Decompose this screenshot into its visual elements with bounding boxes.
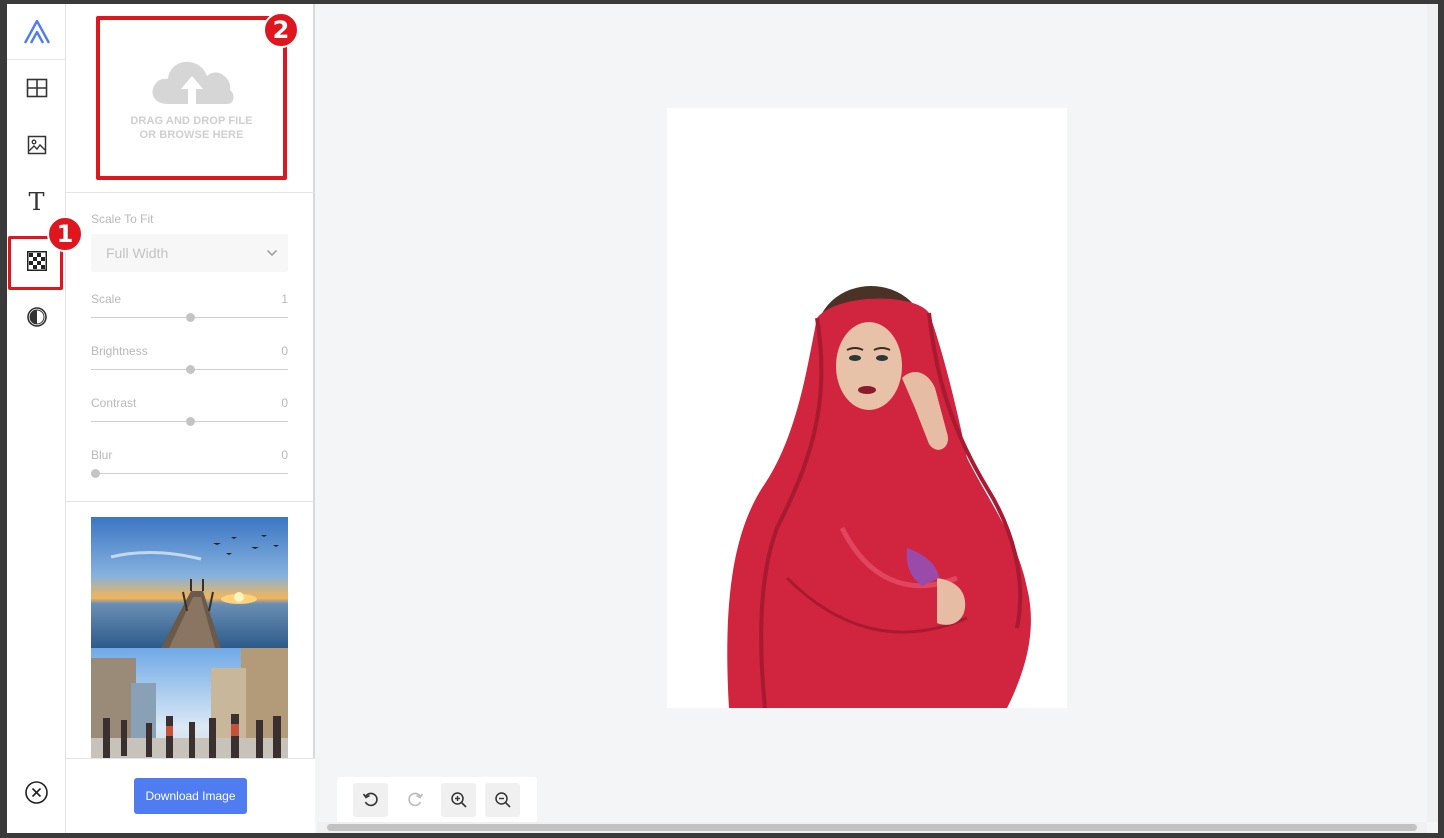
slider-value: 0: [281, 448, 288, 462]
tool-filter[interactable]: [7, 290, 66, 344]
dropzone-line1: DRAG AND DROP FILE: [130, 115, 253, 127]
redo-icon: [407, 792, 423, 807]
slider-scale: Scale 1: [91, 292, 288, 322]
zoom-in-icon: [450, 792, 467, 808]
city-crowd-image: [91, 648, 288, 758]
app-logo[interactable]: [7, 4, 66, 60]
city-crowd-photo[interactable]: [91, 648, 288, 758]
tool-rail: T: [7, 4, 66, 833]
download-image-button[interactable]: Download Image: [134, 778, 247, 814]
sunset-pier-photo[interactable]: [91, 517, 288, 648]
cloud-upload-icon: [152, 61, 234, 104]
vertical-scrollbar[interactable]: [1427, 4, 1438, 822]
edited-photo: [727, 286, 1031, 708]
slider-blur: Blur 0: [91, 448, 288, 478]
background-gallery: [91, 517, 288, 758]
slider-thumb[interactable]: [91, 469, 100, 478]
horizontal-scrollbar[interactable]: [317, 822, 1427, 833]
panel-divider: [66, 501, 315, 502]
chevron-down-icon: [266, 249, 278, 257]
sunset-pier-image: [91, 517, 288, 648]
zoom-in-button[interactable]: [441, 783, 476, 817]
slider-brightness: Brightness 0: [91, 344, 288, 374]
slider-contrast: Contrast 0: [91, 396, 288, 426]
app-window: T DRAG AND DROP FILE OR BROWSE HERE Scal…: [7, 4, 1438, 833]
undo-button[interactable]: [353, 783, 388, 817]
redo-button[interactable]: [397, 783, 432, 817]
image-canvas[interactable]: [667, 108, 1067, 708]
image-icon: [27, 135, 46, 155]
scale-to-fit-select[interactable]: Full Width: [91, 234, 288, 272]
undo-icon: [362, 792, 378, 807]
slider-value: 0: [281, 396, 288, 410]
step-1-badge: 1: [47, 216, 83, 252]
slider-thumb[interactable]: [185, 365, 195, 374]
canvas-area: [317, 4, 1427, 823]
slider-thumb[interactable]: [185, 417, 195, 426]
dropzone-line2: OR BROWSE HERE: [139, 129, 244, 141]
tool-layout[interactable]: [7, 61, 66, 115]
zoom-out-button[interactable]: [485, 783, 520, 817]
panel-footer: Download Image: [66, 758, 315, 833]
slider-track[interactable]: [91, 473, 288, 474]
slider-label: Blur: [91, 448, 113, 462]
zoom-out-icon: [494, 792, 511, 808]
slider-label: Scale: [91, 292, 122, 306]
close-circle-icon: [25, 781, 48, 804]
slider-label: Brightness: [91, 344, 148, 358]
dropzone-text: DRAG AND DROP FILE OR BROWSE HERE: [130, 114, 252, 142]
close-button[interactable]: [24, 780, 49, 805]
settings-panel: DRAG AND DROP FILE OR BROWSE HERE Scale …: [66, 4, 315, 833]
slider-value: 1: [281, 292, 288, 306]
slider-thumb[interactable]: [185, 313, 195, 322]
slider-value: 0: [281, 344, 288, 358]
contrast-filter-icon: [26, 307, 47, 327]
canvas-toolbar: [337, 777, 537, 823]
text-icon: T: [28, 188, 45, 216]
app-logo-icon: [23, 19, 50, 44]
scale-to-fit-label: Scale To Fit: [91, 212, 154, 226]
grid-layout-icon: [26, 78, 47, 98]
slider-label: Contrast: [91, 396, 137, 410]
upload-dropzone[interactable]: DRAG AND DROP FILE OR BROWSE HERE: [96, 16, 287, 180]
scrollbar-thumb[interactable]: [327, 824, 1417, 831]
scale-to-fit-value: Full Width: [106, 245, 169, 261]
tool-image[interactable]: [7, 118, 66, 172]
step-2-badge: 2: [263, 12, 299, 48]
